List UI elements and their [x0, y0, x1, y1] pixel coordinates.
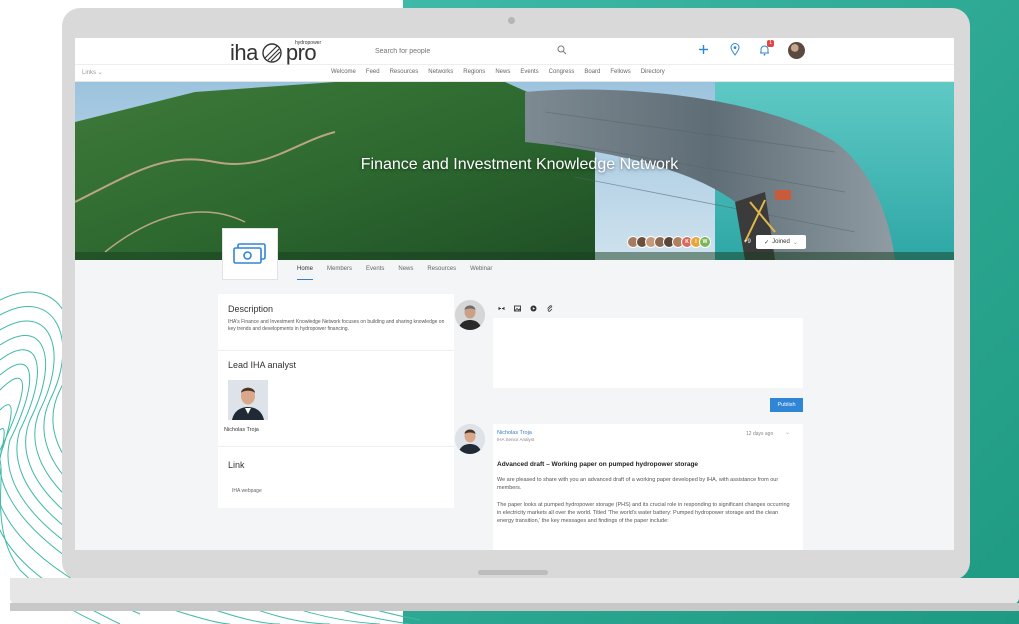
search-icon[interactable]: [557, 45, 567, 55]
laptop-hinge: [478, 570, 548, 575]
notification-badge: 1: [767, 40, 774, 47]
publish-button[interactable]: Publish: [770, 398, 803, 412]
post-options-icon[interactable]: ⌄: [785, 429, 790, 436]
link-icon[interactable]: [498, 305, 505, 312]
nav-item-events[interactable]: Events: [520, 69, 538, 75]
post-author-avatar[interactable]: [455, 424, 485, 454]
logo-mark-icon: [262, 43, 282, 63]
location-pin-icon[interactable]: [730, 43, 740, 56]
nav-item-feed[interactable]: Feed: [366, 69, 380, 75]
nav-item-news[interactable]: News: [495, 69, 510, 75]
analyst-portrait: [228, 380, 268, 420]
iha-webpage-link[interactable]: IHA webpage: [232, 488, 262, 494]
user-avatar[interactable]: [788, 42, 805, 59]
logo-tagline: hydropower: [295, 40, 322, 46]
post-title: Advanced draft – Working paper on pumped…: [497, 461, 699, 468]
joined-label: Joined: [772, 239, 790, 245]
tab-home[interactable]: Home: [297, 266, 314, 280]
link-section: Link: [228, 460, 245, 470]
network-title: Finance and Investment Knowledge Network: [360, 156, 679, 173]
top-bar: iha pro hydropower 1: [75, 38, 954, 65]
nav-items: Welcome Feed Resources Networks Regions …: [331, 69, 665, 75]
member-initials-w[interactable]: W: [699, 236, 711, 248]
cover-banner: Finance and Investment Knowledge Network…: [75, 82, 954, 260]
member-count: +9: [744, 239, 751, 245]
tab-news[interactable]: News: [398, 266, 413, 280]
browser-screen: iha pro hydropower 1 L: [75, 38, 954, 550]
member-avatars[interactable]: K I W: [627, 236, 711, 248]
main-navigation: Links ⌄ Welcome Feed Resources Networks …: [75, 65, 954, 82]
about-panel: Description IHA's Finance and Investment…: [218, 294, 454, 508]
nav-item-resources[interactable]: Resources: [390, 69, 419, 75]
description-text: IHA's Finance and Investment Knowledge N…: [228, 319, 445, 332]
divider: [218, 446, 454, 447]
divider: [218, 350, 454, 351]
link-heading: Link: [228, 460, 245, 470]
author-portrait: [455, 424, 485, 454]
links-dropdown[interactable]: Links ⌄: [82, 69, 103, 76]
user-portrait: [455, 300, 485, 330]
banknote-icon: [233, 243, 266, 264]
laptop-base: [10, 578, 1019, 604]
post-author-role: IHA Senior Analyst: [497, 437, 535, 442]
tab-events[interactable]: Events: [366, 266, 384, 280]
analyst-name[interactable]: Nicholas Troja: [224, 427, 259, 433]
analyst-section: Lead IHA analyst: [228, 360, 296, 370]
network-tabs: Home Members Events News Resources Webin…: [297, 266, 492, 280]
network-icon: [222, 228, 278, 280]
plus-icon[interactable]: [698, 44, 709, 55]
composer-toolbar: [498, 305, 553, 312]
feed-post: Nicholas Troja IHA Senior Analyst 12 day…: [493, 424, 803, 550]
nav-item-directory[interactable]: Directory: [641, 69, 665, 75]
nav-item-regions[interactable]: Regions: [463, 69, 485, 75]
logo-iha-text: iha: [230, 40, 258, 65]
laptop-base-shadow: [10, 603, 1019, 611]
nav-item-welcome[interactable]: Welcome: [331, 69, 356, 75]
joined-button[interactable]: ✓ Joined ⌄: [756, 235, 806, 249]
nav-item-fellows[interactable]: Fellows: [610, 69, 630, 75]
post-paragraph-2: The paper looks at pumped hydropower sto…: [497, 502, 790, 524]
image-icon[interactable]: [514, 305, 521, 312]
check-icon: ✓: [764, 239, 770, 246]
chevron-down-icon: ⌄: [792, 239, 798, 246]
post-composer-input[interactable]: [493, 318, 803, 388]
analyst-photo[interactable]: [228, 380, 268, 420]
webcam: [508, 17, 515, 24]
nav-item-board[interactable]: Board: [584, 69, 600, 75]
tab-members[interactable]: Members: [327, 266, 352, 280]
video-icon[interactable]: [530, 305, 537, 312]
post-author-name[interactable]: Nicholas Troja: [497, 430, 532, 436]
description-section: Description IHA's Finance and Investment…: [228, 304, 448, 332]
composer-avatar: [455, 300, 485, 330]
attachment-icon[interactable]: [546, 305, 553, 312]
post-timestamp: 12 days ago: [746, 431, 774, 437]
tab-resources[interactable]: Resources: [427, 266, 456, 280]
tab-webinar[interactable]: Webinar: [470, 266, 492, 280]
description-heading: Description: [228, 304, 274, 314]
post-paragraph-1: We are pleased to share with you an adva…: [497, 477, 779, 491]
nav-item-congress[interactable]: Congress: [549, 69, 575, 75]
analyst-heading: Lead IHA analyst: [228, 360, 297, 370]
nav-item-networks[interactable]: Networks: [428, 69, 453, 75]
search-input[interactable]: [375, 44, 565, 59]
